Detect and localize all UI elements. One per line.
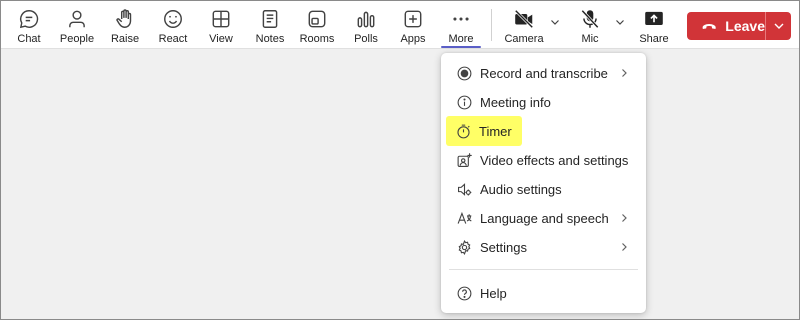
- menu-item-label: Timer: [479, 123, 512, 139]
- mic-options-chevron[interactable]: [613, 15, 627, 29]
- people-label: People: [59, 33, 95, 45]
- menu-item-label: Settings: [480, 240, 527, 255]
- menu-item-help[interactable]: Help: [447, 280, 640, 307]
- menu-item-meeting-info[interactable]: Meeting info: [447, 89, 640, 116]
- menu-item-timer[interactable]: Timer: [446, 116, 522, 146]
- chat-icon: [18, 8, 40, 30]
- view-label: View: [209, 33, 233, 45]
- menu-item-label: Audio settings: [480, 182, 562, 197]
- share-button[interactable]: Share: [638, 1, 670, 49]
- leave-options-chevron[interactable]: [766, 12, 791, 40]
- apps-label: Apps: [400, 33, 426, 45]
- hand-icon: [114, 8, 136, 30]
- apps-plus-icon: [402, 8, 424, 30]
- record-icon: [455, 65, 473, 83]
- chevron-down-icon: [616, 20, 624, 25]
- menu-item-settings[interactable]: Settings: [447, 234, 640, 261]
- polls-button[interactable]: Polls: [350, 1, 382, 49]
- react-button[interactable]: React: [157, 1, 189, 49]
- menu-item-video-effects[interactable]: Video effects and settings: [447, 147, 640, 174]
- notes-button[interactable]: Notes: [254, 1, 286, 49]
- camera-label: Camera: [504, 33, 544, 45]
- info-icon: [455, 94, 473, 112]
- leave-button-group: Leave: [687, 12, 791, 40]
- menu-item-audio-settings[interactable]: Audio settings: [447, 176, 640, 203]
- more-ellipsis-icon: [450, 8, 472, 30]
- hang-up-icon: [702, 23, 716, 29]
- share-tray-icon: [643, 8, 665, 30]
- menu-item-language-and-speech[interactable]: Language and speech: [447, 205, 640, 232]
- more-active-indicator: [441, 46, 481, 48]
- meeting-toolbar: Chat People Raise React View Notes Rooms…: [1, 1, 799, 49]
- camera-button[interactable]: Camera: [504, 1, 544, 49]
- speaker-settings-icon: [455, 181, 473, 199]
- rooms-label: Rooms: [299, 33, 335, 45]
- menu-item-label: Help: [480, 286, 507, 301]
- share-label: Share: [639, 33, 669, 45]
- language-icon: [455, 210, 473, 228]
- menu-item-label: Language and speech: [480, 211, 609, 226]
- rooms-icon: [306, 8, 328, 30]
- raise-label: Raise: [110, 33, 140, 45]
- view-button[interactable]: View: [205, 1, 237, 49]
- timer-icon: [454, 122, 472, 140]
- people-button[interactable]: People: [59, 1, 95, 49]
- video-effects-icon: [455, 152, 473, 170]
- notes-label: Notes: [255, 33, 285, 45]
- camera-off-icon: [513, 8, 535, 30]
- chat-label: Chat: [17, 33, 41, 45]
- people-icon: [66, 8, 88, 30]
- mic-off-icon: [579, 8, 601, 30]
- gear-icon: [455, 239, 473, 257]
- polls-label: Polls: [354, 33, 378, 45]
- chevron-right-icon: [622, 243, 627, 251]
- chevron-down-icon: [551, 20, 559, 25]
- more-button[interactable]: More: [445, 1, 477, 49]
- toolbar-divider: [491, 9, 492, 41]
- polls-icon: [355, 8, 377, 30]
- react-label: React: [158, 33, 188, 45]
- help-icon: [455, 285, 473, 303]
- apps-button[interactable]: Apps: [397, 1, 429, 49]
- menu-item-label: Meeting info: [480, 95, 551, 110]
- chevron-down-icon: [774, 23, 783, 29]
- more-label: More: [448, 33, 474, 45]
- grid-icon: [210, 8, 232, 30]
- smiley-icon: [162, 8, 184, 30]
- meeting-window: Chat People Raise React View Notes Rooms…: [0, 0, 800, 320]
- chevron-right-icon: [622, 69, 627, 77]
- leave-label: Leave: [725, 18, 765, 34]
- raise-hand-button[interactable]: Raise: [109, 1, 141, 49]
- leave-button[interactable]: Leave: [687, 12, 765, 40]
- menu-item-label: Record and transcribe: [480, 66, 608, 81]
- mic-button[interactable]: Mic: [575, 1, 605, 49]
- menu-divider: [449, 269, 638, 270]
- menu-item-record-and-transcribe[interactable]: Record and transcribe: [447, 60, 640, 87]
- menu-item-label: Video effects and settings: [480, 153, 629, 168]
- chat-button[interactable]: Chat: [14, 1, 44, 49]
- rooms-button[interactable]: Rooms: [299, 1, 335, 49]
- camera-options-chevron[interactable]: [548, 15, 562, 29]
- mic-label: Mic: [581, 33, 599, 45]
- more-menu: Record and transcribe Meeting info Timer…: [441, 53, 646, 313]
- chevron-right-icon: [622, 214, 627, 222]
- notes-icon: [259, 8, 281, 30]
